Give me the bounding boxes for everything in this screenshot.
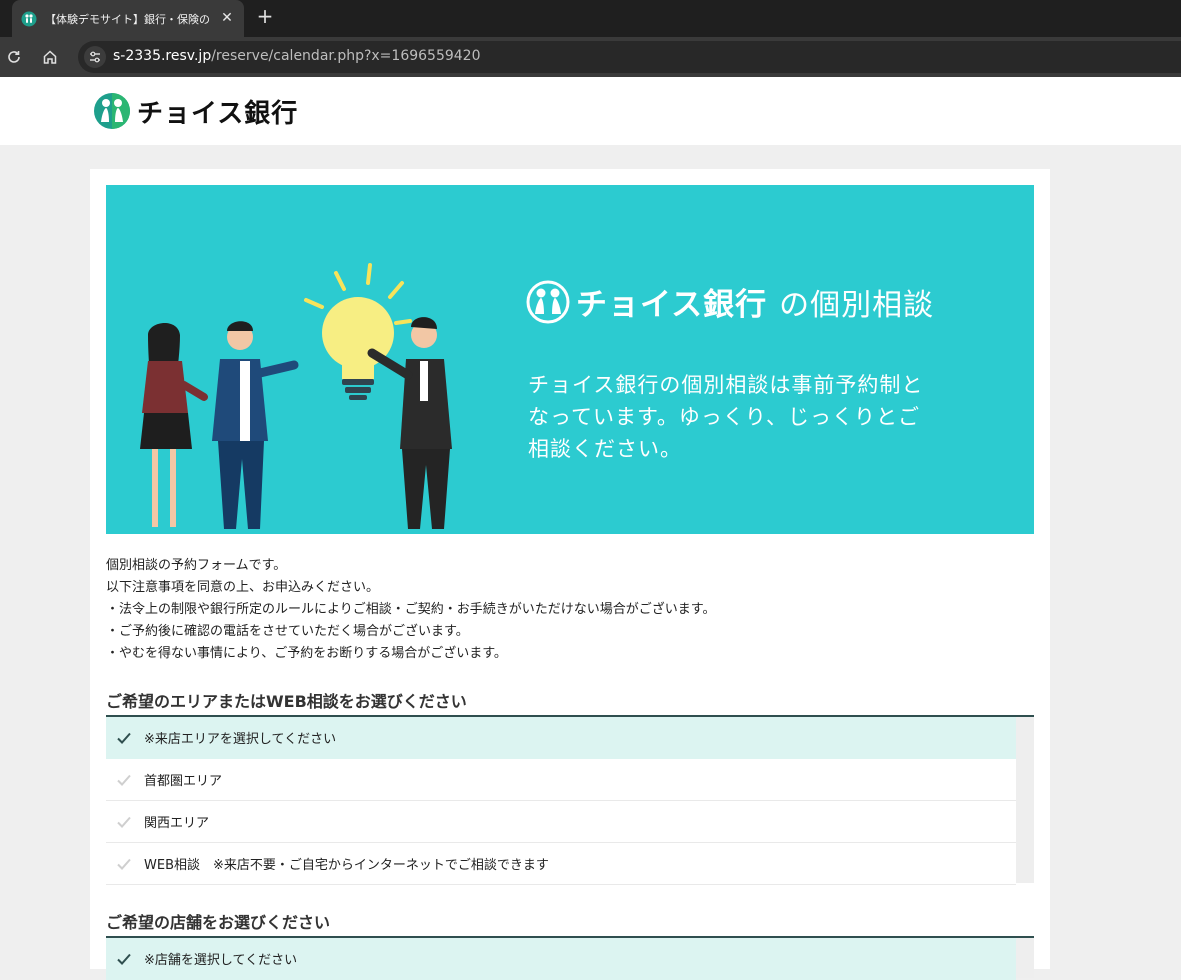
reload-icon[interactable] (4, 47, 24, 67)
url-host: s-2335.resv.jp (113, 48, 212, 64)
area-option-placeholder[interactable]: ※来店エリアを選択してください (106, 717, 1016, 759)
hero-line: なっています。ゆっくり、じっくりとご (528, 405, 921, 429)
notice-line: ・法令上の制限や銀行所定のルールによりご相談・ご契約・お手続きがいただけない場合… (106, 602, 716, 617)
area-option-web[interactable]: WEB相談 ※来店不要・ご自宅からインターネットでご相談できます (106, 843, 1016, 885)
hero-brand-name: チョイス銀行 (576, 287, 768, 323)
address-bar[interactable]: s-2335.resv.jp/reserve/calendar.php?x=16… (78, 41, 1181, 73)
area-option-kansai[interactable]: 関西エリア (106, 801, 1016, 843)
store-option-placeholder[interactable]: ※店舗を選択してください (106, 938, 1016, 980)
check-icon (117, 732, 131, 744)
option-label: 関西エリア (144, 816, 210, 831)
site-header: チョイス銀行 (0, 77, 1181, 145)
area-section-heading: ご希望のエリアまたはWEB相談をお選びください (106, 692, 467, 711)
hero-brand: チョイス銀行 の個別相談 (526, 279, 934, 324)
bank-logo-icon (94, 93, 130, 129)
brand-logo-link[interactable]: チョイス銀行 (93, 92, 298, 130)
option-label: WEB相談 ※来店不要・ご自宅からインターネットでご相談できます (144, 858, 549, 873)
close-icon[interactable]: ✕ (218, 9, 236, 27)
notice-line: 個別相談の予約フォームです。 (106, 558, 287, 573)
plus-icon[interactable]: + (254, 5, 276, 27)
notice-line: ・ご予約後に確認の電話をさせていただく場合がございます。 (106, 624, 469, 639)
people-with-lightbulb-illustration (140, 263, 452, 529)
area-list-scrollbar[interactable] (1016, 717, 1034, 883)
area-option-shutoken[interactable]: 首都圏エリア (106, 759, 1016, 801)
notice-line: 以下注意事項を同意の上、お申込みください。 (106, 580, 380, 595)
check-icon (117, 816, 131, 828)
store-section-heading: ご希望の店舗をお選びください (106, 913, 331, 932)
store-list-scrollbar[interactable] (1016, 938, 1034, 978)
main-card: チョイス銀行 の個別相談 チョイス銀行の個別相談は事前予約制と なっています。ゆ… (90, 169, 1050, 980)
notice-text: 個別相談の予約フォームです。 以下注意事項を同意の上、お申込みください。 ・法令… (106, 555, 715, 665)
url-text[interactable]: s-2335.resv.jp/reserve/calendar.php?x=16… (113, 48, 480, 64)
hero-line: チョイス銀行の個別相談は事前予約制と (528, 373, 924, 397)
bank-logo-icon (21, 11, 37, 26)
hero-description: チョイス銀行の個別相談は事前予約制と なっています。ゆっくり、じっくりとご 相談… (528, 369, 968, 465)
option-label: 首都圏エリア (144, 774, 223, 789)
check-icon (117, 858, 131, 870)
brand-name: チョイス銀行 (137, 98, 299, 129)
tune-icon[interactable] (84, 46, 106, 68)
check-icon (117, 953, 131, 965)
option-label: ※来店エリアを選択してください (144, 732, 337, 747)
browser-toolbar: s-2335.resv.jp/reserve/calendar.php?x=16… (0, 37, 1181, 77)
browser-tab-bar: 【体験デモサイト】銀行・保険の ✕ + (0, 0, 1181, 37)
hero-banner: チョイス銀行 の個別相談 チョイス銀行の個別相談は事前予約制と なっています。ゆ… (106, 185, 1034, 534)
hero-line: 相談ください。 (528, 437, 682, 461)
tab-title: 【体験デモサイト】銀行・保険の (45, 12, 210, 26)
notice-line: ・やむを得ない事情により、ご予約をお断りする場合がございます。 (106, 646, 507, 661)
check-icon (117, 774, 131, 786)
store-option-list: ※店舗を選択してください (106, 938, 1016, 980)
home-icon[interactable] (40, 47, 60, 67)
bank-logo-icon (526, 280, 570, 323)
browser-tab[interactable]: 【体験デモサイト】銀行・保険の ✕ (12, 0, 244, 37)
area-option-list: ※来店エリアを選択してください 首都圏エリア 関西エリア WEB相談 ※来店不要… (106, 717, 1016, 885)
url-path: /reserve/calendar.php?x=1696559420 (211, 48, 481, 64)
option-label: ※店舗を選択してください (144, 953, 298, 968)
hero-brand-suffix: の個別相談 (779, 287, 935, 323)
